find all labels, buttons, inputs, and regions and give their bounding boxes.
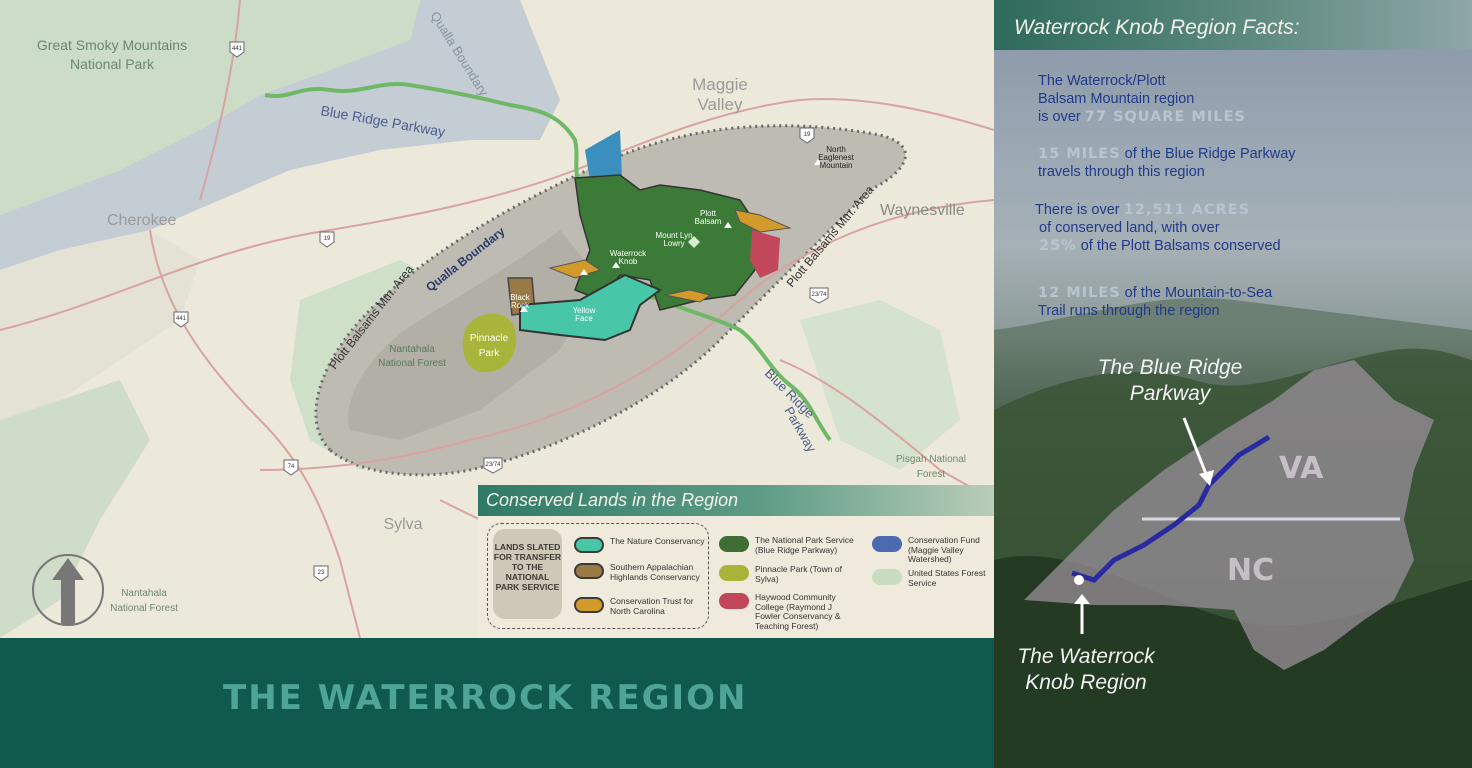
legend-item: Conservation Fund (Maggie Valley Watersh… [872,535,1008,565]
fact-text: 25% of the Plott Balsams conserved [1039,238,1281,254]
map-legend: Conserved Lands in the Region LANDS SLAT… [478,485,994,638]
label-waterrock-2: Knob [619,257,638,266]
fact-highlight: 15 MILES [1038,146,1121,162]
fact-highlight: 77 SQUARE MILES [1084,109,1246,125]
label-nantahala-nf-b1: Nantahala [121,588,167,599]
label-va: VA [1279,451,1324,486]
fact-mst-miles: 12 MILES of the Mountain-to-Sea Trail ru… [1038,284,1272,320]
label-plott-balsam-2: Balsam [695,217,722,226]
facts-header: Waterrock Knob Region Facts: [994,0,1472,50]
legend-label: Conservation Trust for North Carolina [610,596,694,616]
fact-text: 12 MILES of the Mountain-to-Sea [1038,285,1273,301]
legend-label: Southern Appalachian Highlands Conservan… [610,562,700,582]
transfer-label: LANDS SLATED FOR TRANSFER TO THE NATIONA… [493,529,562,619]
shield-74: 74 [288,464,295,470]
legend-swatch [574,563,604,579]
legend-title: Conserved Lands in the Region [486,490,739,510]
shield-19-cherokee: 19 [324,236,331,242]
label-nantahala-nf-b2: National Forest [110,603,178,614]
fact-text: is over 77 SQUARE MILES [1038,109,1246,125]
fact-text: The Waterrock/Plott [1038,73,1166,89]
legend-swatch [872,536,902,552]
legend-swatch [872,569,902,585]
label-waynesville: Waynesville [880,202,965,219]
shield-441-top: 441 [232,46,243,52]
fact-conserved-land: There is over 12,511 ACRES of conserved … [1035,201,1281,255]
fact-text: of conserved land, with over [1039,220,1220,236]
fact-text: Trail runs through the region [1038,303,1220,319]
legend-header: Conserved Lands in the Region [478,485,994,516]
fact-text: 15 MILES of the Blue Ridge Parkway [1038,146,1296,162]
legend-label: Haywood Community College (Raymond J Fow… [755,592,841,631]
label-nc: NC [1227,553,1274,588]
label-mount-lyn-2: Lowry [663,239,684,248]
legend-label: The Nature Conservancy [610,536,705,546]
legend-swatch [574,537,604,553]
label-blue-ridge-parkway: The Blue Ridge Parkway [1097,356,1243,405]
legend-label: The National Park Service (Blue Ridge Pa… [755,535,854,555]
label-yellow-face-2: Face [575,314,593,323]
label-cherokee: Cherokee [107,212,176,229]
label-nantahala-nf-2: National Forest [378,358,446,369]
label-waterrock-knob-region: The Waterrock Knob Region [1017,645,1155,694]
shield-23-74-bottom: 23/74 [485,462,501,468]
legend-swatch [719,536,749,552]
fact-text: There is over 12,511 ACRES [1035,202,1251,218]
legend-item: Southern Appalachian Highlands Conservan… [574,562,710,582]
legend-item: The National Park Service (Blue Ridge Pa… [719,535,855,555]
region-map: 441 19 19 441 23/74 74 23/74 23 Great Sm… [0,0,994,638]
label-sylva: Sylva [383,516,422,533]
label-pinnacle-2: Park [479,348,501,359]
shield-19-top: 19 [804,132,811,138]
label-pisgah-1: Pisgah National [896,454,966,465]
legend-item: Pinnacle Park (Town of Sylva) [719,564,855,584]
label-north-eaglenest-3: Mountain [820,161,853,170]
waterrock-dot [1074,575,1084,585]
shield-441-left: 441 [176,316,187,322]
label-great-smoky-2: National Park [70,56,155,72]
legend-item: The Nature Conservancy [574,536,710,553]
fact-parkway-miles: 15 MILES of the Blue Ridge Parkway trave… [1038,145,1296,181]
shield-23: 23 [318,570,325,576]
legend-label: Pinnacle Park (Town of Sylva) [755,564,842,584]
legend-label: United States Forest Service [908,568,986,588]
fact-highlight: 12 MILES [1038,285,1121,301]
shield-23-74-right: 23/74 [811,292,827,298]
label-maggie-2: Valley [697,95,743,114]
legend-item: Conservation Trust for North Carolina [574,596,710,616]
fact-highlight: 12,511 ACRES [1123,202,1251,218]
label-black-rock-2: Rock [511,301,530,310]
fact-highlight: 25% [1039,238,1077,254]
label-nantahala-nf-1: Nantahala [389,344,435,355]
label-maggie-1: Maggie [692,75,748,94]
label-pisgah-2: Forest [917,469,946,480]
legend-swatch [719,593,749,609]
legend-swatch [719,565,749,581]
legend-swatch [574,597,604,613]
legend-label: Conservation Fund (Maggie Valley Watersh… [908,535,980,564]
page-title: THE WATERROCK REGION [223,678,748,718]
fact-text: Balsam Mountain region [1038,91,1195,107]
facts-title: Waterrock Knob Region Facts: [1014,16,1300,39]
legend-item: Haywood Community College (Raymond J Fow… [719,592,855,631]
label-great-smoky-1: Great Smoky Mountains [37,37,187,53]
label-pinnacle-1: Pinnacle [470,333,509,344]
fact-region-size: The Waterrock/Plott Balsam Mountain regi… [1038,72,1246,126]
legend-item: United States Forest Service [872,568,1008,588]
fact-text: travels through this region [1038,164,1205,180]
facts-panel: VA NC Waterrock Knob Region Facts: The W… [994,0,1472,768]
